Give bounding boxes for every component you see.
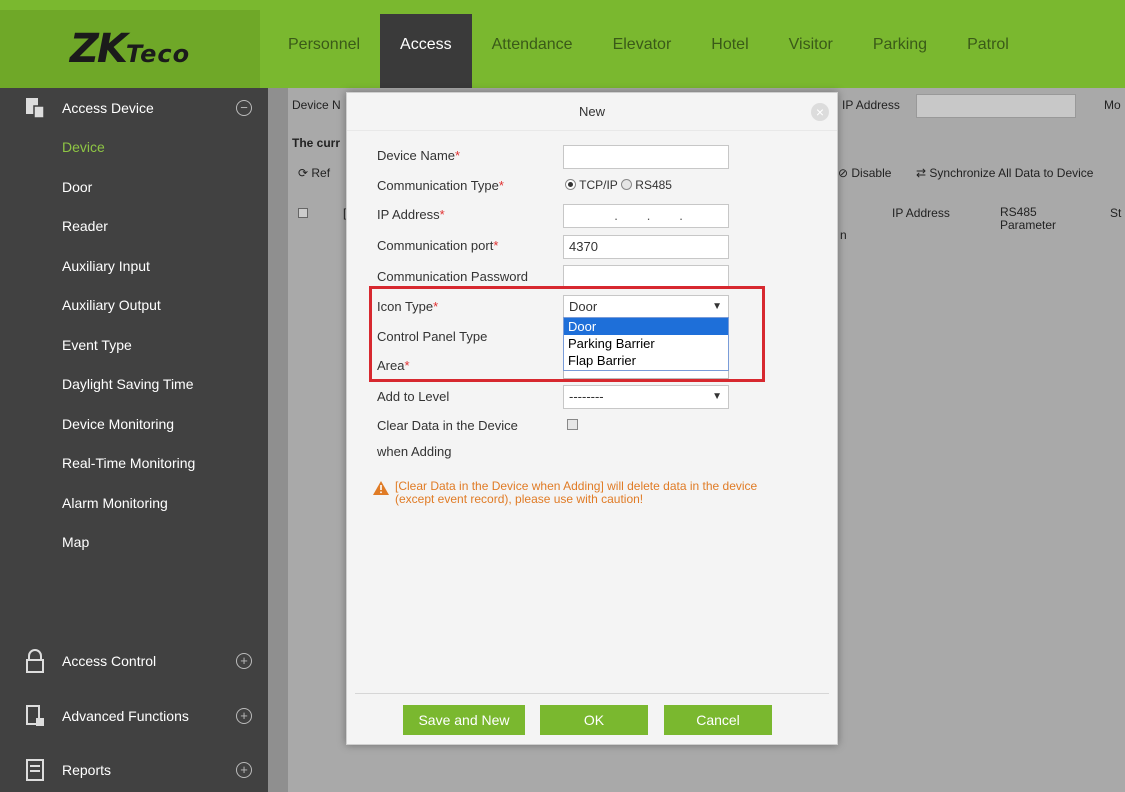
sidebar-section-label: Advanced Functions [62,708,189,724]
access-device-icon [26,98,45,119]
sidebar-item-device[interactable]: Device [0,128,268,168]
expand-icon[interactable]: + [236,708,252,724]
device-name-input[interactable] [563,145,729,169]
top-header: ZKTeco Personnel Access Attendance Eleva… [0,0,1125,88]
clear-data-checkbox[interactable] [567,419,578,430]
bg-more-label: Mo [1104,98,1121,112]
sidebar-section-label: Reports [62,762,112,778]
expand-icon[interactable]: + [236,653,252,669]
nav-access[interactable]: Access [380,14,472,88]
sidebar-item-daylight-saving-time[interactable]: Daylight Saving Time [0,365,268,405]
save-and-new-button[interactable]: Save and New [403,705,525,735]
sidebar-item-alarm-monitoring[interactable]: Alarm Monitoring [0,484,268,524]
dialog-title-bar: New × [347,93,837,131]
sidebar-item-auxiliary-output[interactable]: Auxiliary Output [0,286,268,326]
communication-port-label: Communication port* [377,238,499,253]
sidebar-item-auxiliary-input[interactable]: Auxiliary Input [0,247,268,287]
footer-divider [355,693,829,694]
sidebar-item-door[interactable]: Door [0,168,268,208]
bg-device-name-label: Device N [292,98,341,112]
sidebar-section-reports[interactable]: Reports + [0,750,268,790]
ok-button[interactable]: OK [540,705,648,735]
rs485-radio[interactable]: RS485 [620,178,672,192]
nav-elevator[interactable]: Elevator [593,14,692,88]
bg-disable-button[interactable]: ⊘ Disable [838,166,891,180]
sidebar-item-real-time-monitoring[interactable]: Real-Time Monitoring [0,444,268,484]
clear-data-label-line2: when Adding [377,444,452,459]
sidebar-section-advanced-functions[interactable]: Advanced Functions + [0,696,268,736]
sidebar-section-access-device[interactable]: Access Device − [0,88,268,128]
sidebar-item-reader[interactable]: Reader [0,207,268,247]
cancel-button[interactable]: Cancel [664,705,772,735]
nav-hotel[interactable]: Hotel [691,14,768,88]
communication-type-radio-group: TCP/IP RS485 [565,178,672,192]
bg-column-header: n [840,228,847,242]
bg-column-ip: IP Address [892,206,950,220]
tcpip-radio[interactable]: TCP/IP [565,178,618,192]
communication-port-input[interactable]: 4370 [563,235,729,259]
bg-current-label: The curr [292,136,341,150]
sidebar-section-label: Access Device [62,100,154,116]
reports-icon [26,759,44,781]
bg-sync-button[interactable]: ⇄ Synchronize All Data to Device [916,166,1093,180]
new-device-dialog: New × Device Name* Communication Type* T… [346,92,838,745]
warning-message: [Clear Data in the Device when Adding] w… [373,480,813,506]
nav-personnel[interactable]: Personnel [268,14,380,88]
add-to-level-label: Add to Level [377,389,450,404]
sidebar-section-access-control[interactable]: Access Control + [0,641,268,681]
sidebar-item-map[interactable]: Map [0,523,268,563]
communication-password-label: Communication Password [377,269,529,284]
nav-parking[interactable]: Parking [853,14,947,88]
expand-icon[interactable]: + [236,762,252,778]
bg-select-all-checkbox[interactable] [298,208,308,218]
bg-ip-label: IP Address [842,98,900,112]
bg-refresh-button[interactable]: ⟳ Ref [298,166,330,180]
ip-address-input[interactable]: . . . [563,204,729,228]
zkteco-logo[interactable]: ZKTeco [0,10,260,88]
dropdown-arrow-icon: ▼ [712,391,722,402]
main-nav: Personnel Access Attendance Elevator Hot… [268,14,1029,88]
nav-visitor[interactable]: Visitor [769,14,853,88]
communication-type-label: Communication Type* [377,178,504,193]
ip-address-label: IP Address* [377,207,445,222]
bg-column-status: St [1110,206,1122,220]
device-name-label: Device Name* [377,148,461,163]
sidebar-section-label: Access Control [62,653,157,669]
clear-data-label: Clear Data in the Device [377,418,518,433]
nav-patrol[interactable]: Patrol [947,14,1029,88]
sidebar-item-device-monitoring[interactable]: Device Monitoring [0,405,268,445]
warning-icon [373,481,389,495]
close-icon[interactable]: × [811,103,829,121]
nav-attendance[interactable]: Attendance [472,14,593,88]
highlight-box [369,286,765,382]
sidebar: Access Device − Device Door Reader Auxil… [0,88,268,792]
dialog-title: New [578,104,605,119]
collapse-icon[interactable]: − [236,100,252,116]
sidebar-item-event-type[interactable]: Event Type [0,326,268,366]
bg-ip-input[interactable] [916,94,1076,118]
add-to-level-select[interactable]: -------- ▼ [563,385,729,409]
lock-icon [26,649,44,673]
bg-column-rs485: RS485 Parameter [1000,205,1057,232]
advanced-functions-icon [26,705,44,726]
